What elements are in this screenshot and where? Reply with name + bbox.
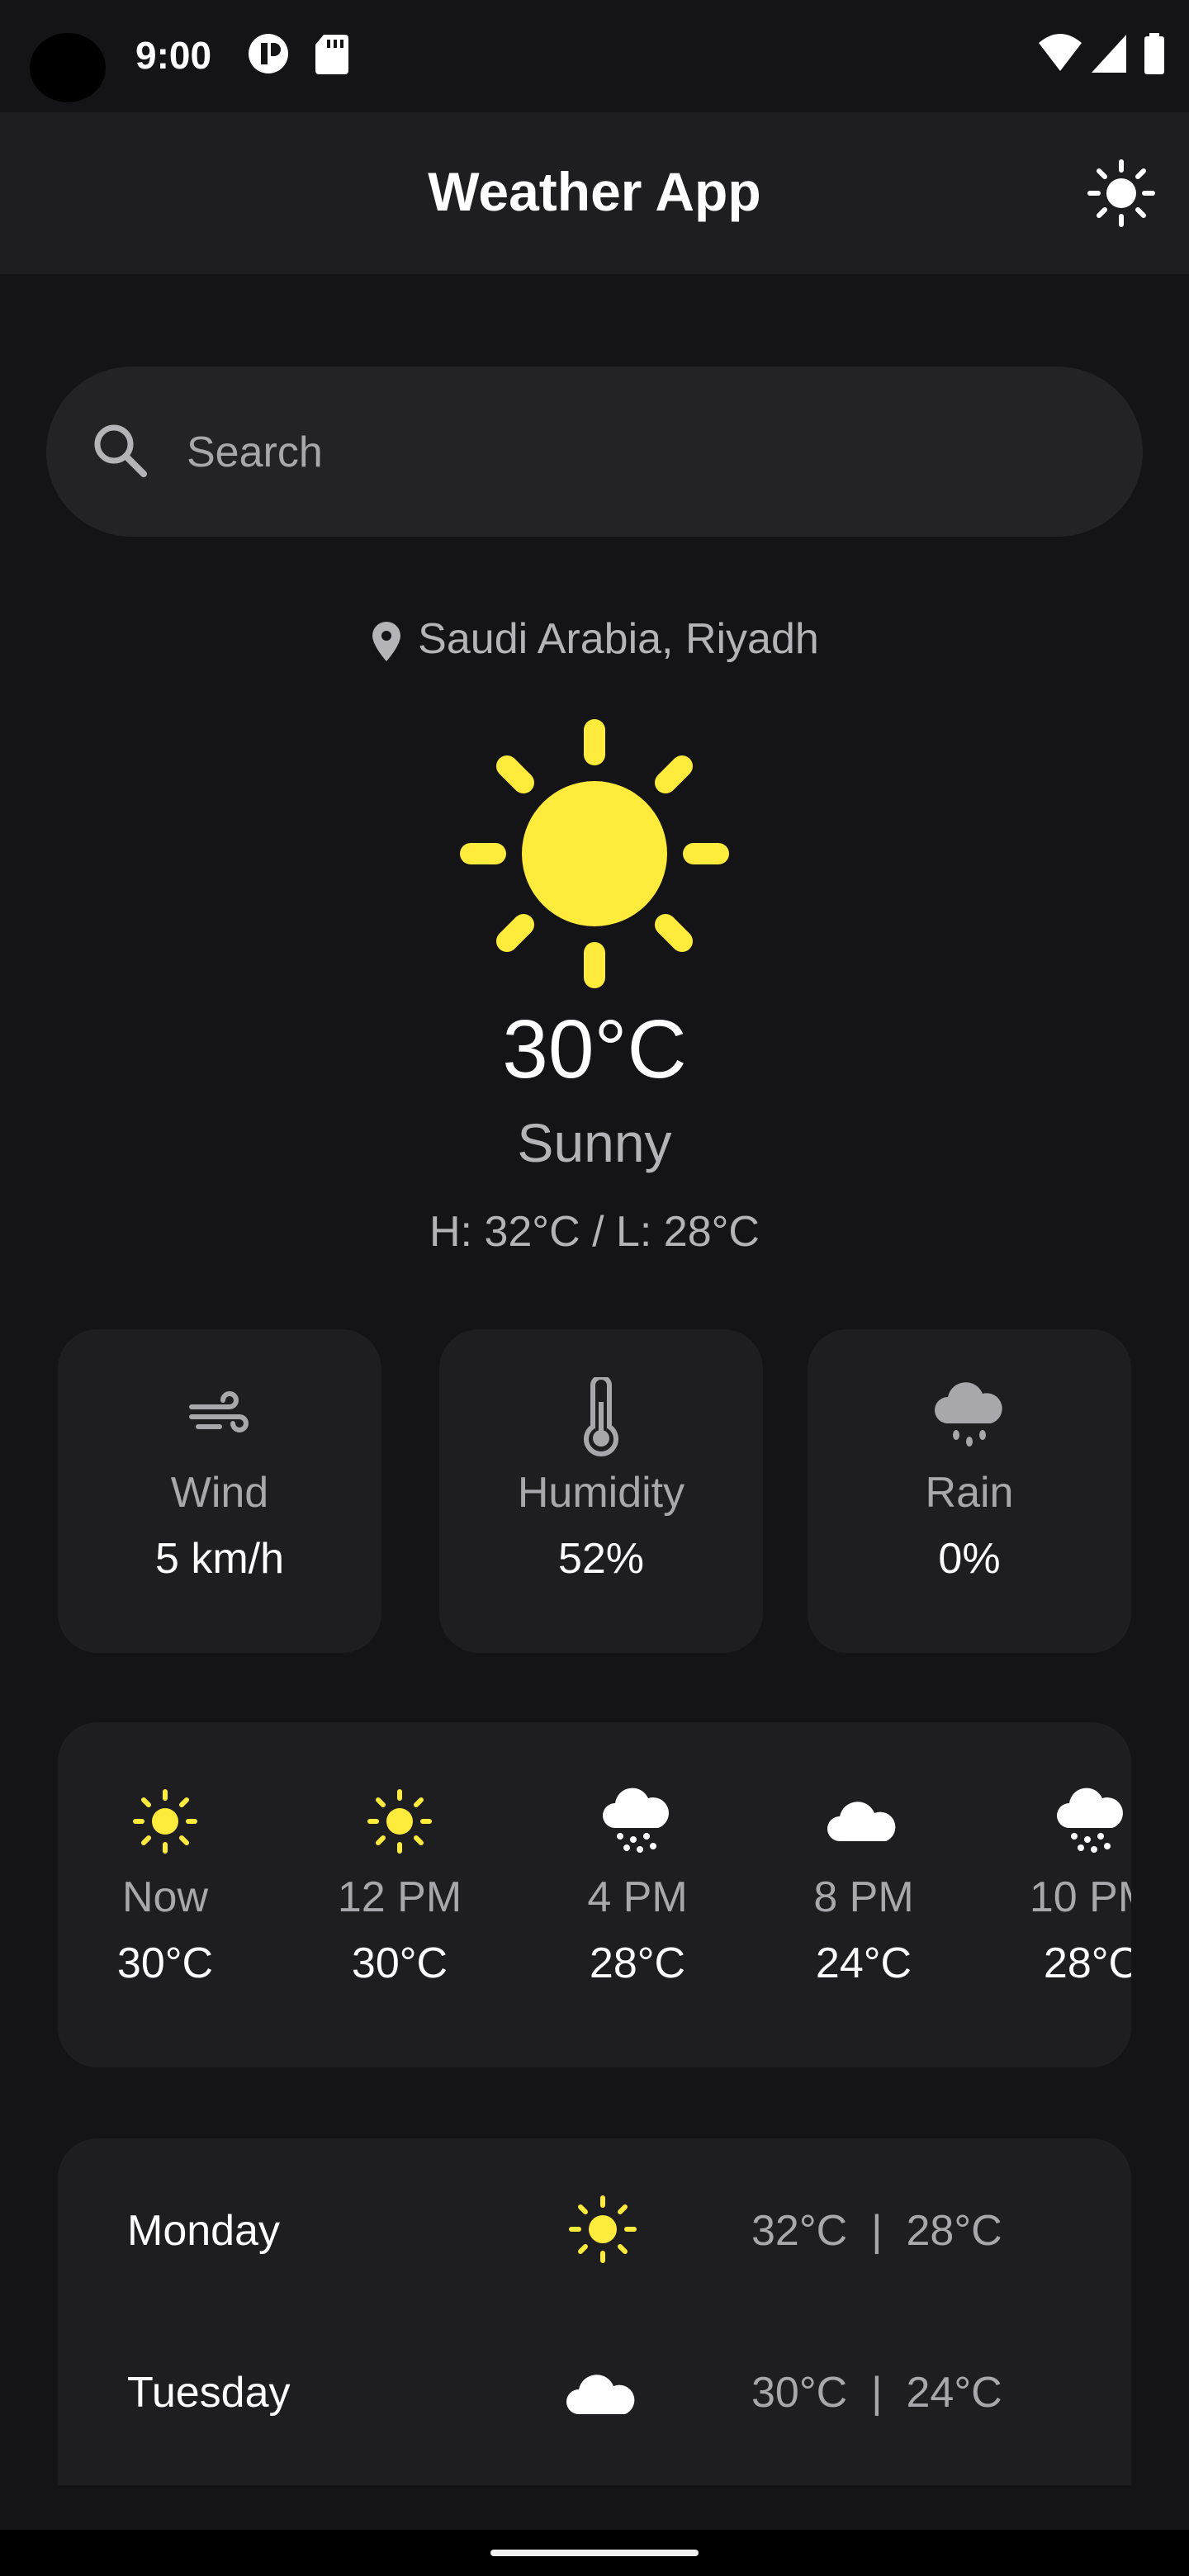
hourly-time: 12 PM [337, 1873, 462, 1921]
wind-icon [189, 1391, 249, 1432]
sd-card-icon [315, 35, 348, 74]
metric-value: 5 km/h [154, 1535, 285, 1583]
hourly-temp: 24°C [815, 1939, 912, 1987]
sun-icon [367, 1789, 432, 1854]
hourly-item: 10 PM 28°C [1009, 1722, 1131, 2067]
page-title: Weather App [428, 161, 761, 222]
hourly-item: Now 30°C [83, 1722, 248, 2067]
hourly-temp: 30°C [351, 1939, 448, 1987]
cloud-icon [566, 2375, 635, 2414]
location-text: Saudi Arabia, Riyadh [418, 615, 819, 663]
hourly-time: 4 PM [587, 1873, 688, 1921]
day-temperatures: 30°C | 24°C [751, 2369, 1002, 2417]
current-temperature: 30°C [502, 1003, 687, 1096]
theme-toggle-sun-icon[interactable] [1087, 159, 1156, 228]
daily-row[interactable]: Monday 32°C | 28°C [58, 2171, 1131, 2287]
status-bar: 9:00 [0, 0, 1189, 112]
day-name: Tuesday [127, 2369, 291, 2417]
app-bar: Weather App [0, 112, 1189, 274]
current-condition: Sunny [517, 1112, 672, 1173]
metric-value: 52% [557, 1535, 645, 1583]
status-time: 9:00 [135, 34, 212, 77]
wind-card: Wind 5 km/h [58, 1329, 381, 1653]
snow-cloud-icon [1057, 1788, 1123, 1853]
battery-icon [1144, 33, 1164, 74]
cloud-icon [827, 1802, 896, 1841]
daily-forecast[interactable]: Monday 32°C | 28°C Tuesday 30°C | 24°C [58, 2138, 1131, 2485]
hourly-temp: 30°C [116, 1939, 214, 1987]
camera-cutout [30, 33, 106, 102]
hourly-time: 10 PM [1029, 1873, 1131, 1921]
metric-value: 0% [938, 1535, 1001, 1583]
search-bar[interactable] [46, 367, 1143, 537]
sun-icon [133, 1789, 197, 1854]
hourly-time: Now [121, 1873, 209, 1921]
hourly-temp: 28°C [589, 1939, 686, 1987]
hourly-forecast[interactable]: Now 30°C 12 PM 30°C 4 PM 28°C 8 PM 24°C … [58, 1722, 1131, 2067]
rain-card: Rain 0% [808, 1329, 1131, 1653]
humidity-card: Humidity 52% [439, 1329, 763, 1653]
location-pin-icon [372, 622, 401, 662]
day-temperatures: 32°C | 28°C [751, 2207, 1002, 2255]
metric-label: Humidity [517, 1469, 685, 1517]
thermometer-icon [584, 1375, 618, 1456]
search-icon [94, 424, 147, 477]
signal-icon [1092, 35, 1126, 73]
sun-icon [460, 719, 729, 988]
home-gesture-handle[interactable] [490, 2550, 699, 2556]
hourly-time: 8 PM [813, 1873, 914, 1921]
hourly-temp: 28°C [1043, 1939, 1131, 1987]
hourly-item: 12 PM 30°C [317, 1722, 482, 2067]
metric-label: Rain [925, 1469, 1014, 1517]
navigation-bar [0, 2530, 1189, 2576]
rain-cloud-icon [935, 1382, 1002, 1447]
wifi-icon [1039, 34, 1082, 71]
search-input[interactable] [185, 416, 1097, 489]
hourly-item: 4 PM 28°C [555, 1722, 720, 2067]
snow-cloud-icon [603, 1788, 669, 1853]
daily-row[interactable]: Tuesday 30°C | 24°C [58, 2333, 1131, 2449]
high-low-temperature: H: 32°C / L: 28°C [429, 1208, 760, 1256]
sun-icon [569, 2195, 637, 2263]
location-row: Saudi Arabia, Riyadh [0, 614, 1189, 664]
hourly-item: 8 PM 24°C [781, 1722, 946, 2067]
day-name: Monday [127, 2207, 280, 2255]
app-notification-icon [249, 34, 288, 73]
metric-label: Wind [170, 1469, 269, 1517]
